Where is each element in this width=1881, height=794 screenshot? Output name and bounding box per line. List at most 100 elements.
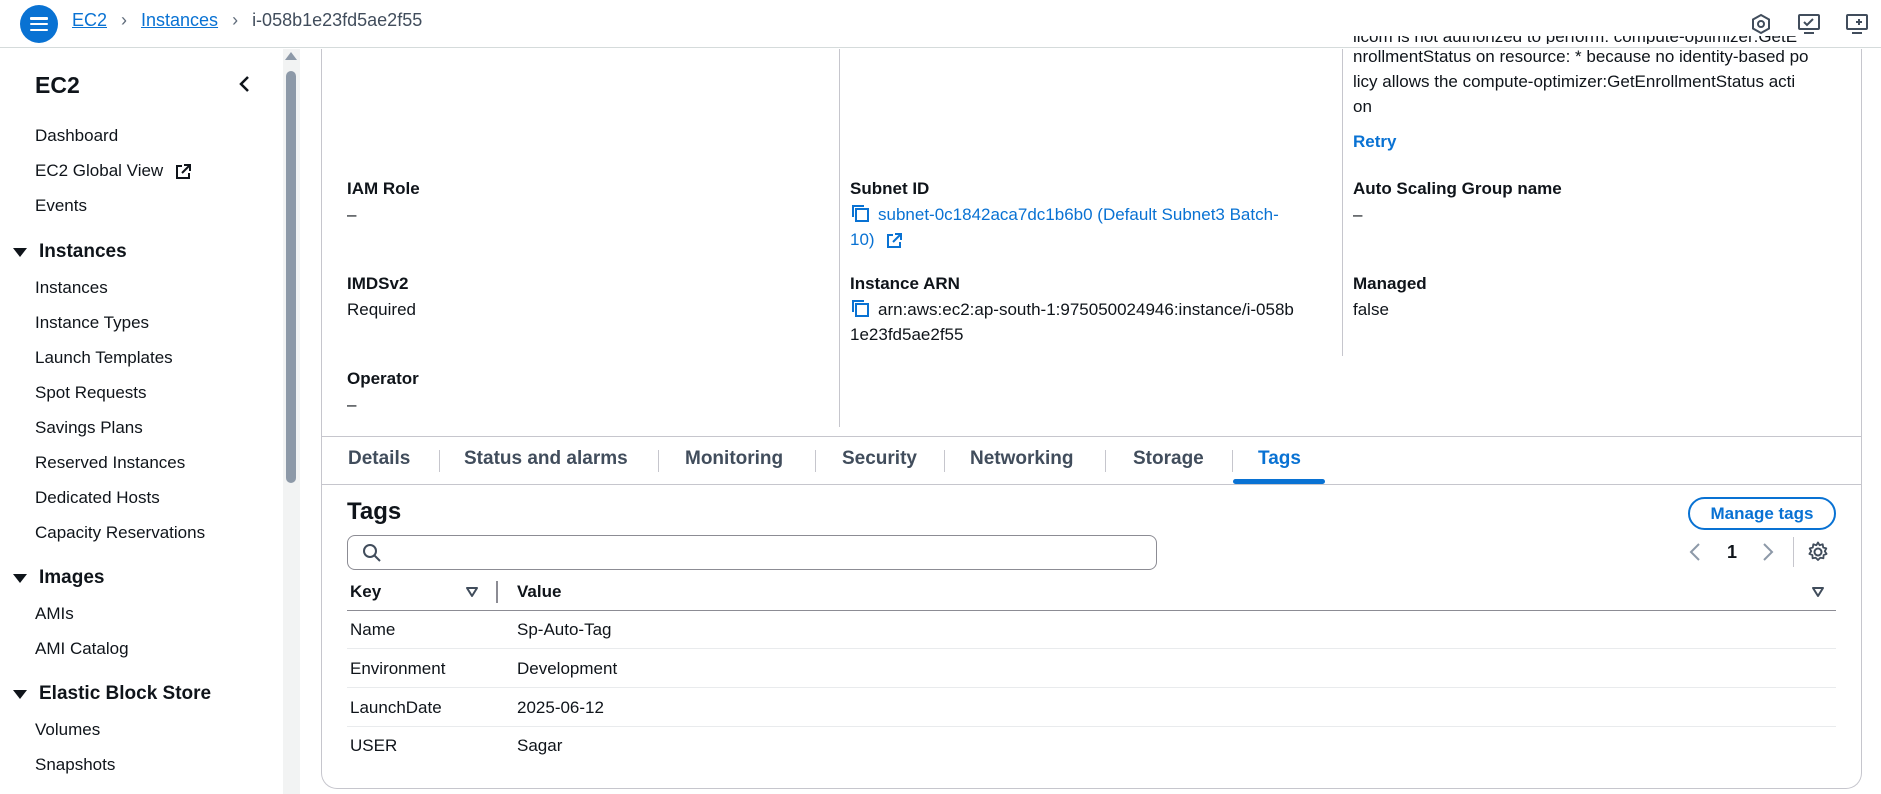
tab-separator [1232,450,1233,472]
sidebar-item-volumes[interactable]: Volumes [35,720,100,740]
tag-key: LaunchDate [350,698,442,717]
copy-icon[interactable] [850,298,870,318]
sidebar-section-images[interactable]: Images [13,567,104,589]
table-row: LaunchDate 2025-06-12 [347,689,1836,727]
subnet-id-label: Subnet ID [850,179,930,198]
tags-search-input[interactable] [392,540,1142,565]
tab-status-and-alarms[interactable]: Status and alarms [464,448,628,470]
sidebar-item-dashboard[interactable]: Dashboard [35,126,118,146]
tab-separator [1105,450,1106,472]
sidebar-item-reserved-instances[interactable]: Reserved Instances [35,453,185,473]
subnet-link[interactable]: subnet-0c1842aca7dc1b6b0 (Default Subnet… [878,205,1279,224]
column-header-key[interactable]: Key [350,582,381,602]
tab-monitoring[interactable]: Monitoring [685,448,783,470]
hamburger-icon [30,17,48,31]
sidebar-title: EC2 [35,72,80,98]
sidebar-item-amis[interactable]: AMIs [35,604,74,624]
page-number[interactable]: 1 [1727,542,1737,563]
column-divider [839,49,840,427]
column-divider [1342,49,1343,356]
tabs-divider [322,484,1861,485]
collapse-sidebar-button[interactable] [234,71,254,97]
sidebar-section-instances[interactable]: Instances [13,241,127,263]
caret-down-icon [13,247,27,257]
caret-down-icon [13,689,27,699]
iam-role-value: – [347,205,357,224]
sidebar-item-global-view[interactable]: EC2 Global View [35,161,192,181]
tag-value: Development [517,659,618,678]
caret-down-icon [13,573,27,583]
managed-label: Managed [1353,274,1427,293]
sidebar: EC2 Dashboard EC2 Global View Events Ins… [0,49,282,794]
tab-tags[interactable]: Tags [1258,448,1301,470]
arn-text: arn:aws:ec2:ap-south-1:975050024946:inst… [878,300,1294,319]
tab-security[interactable]: Security [842,448,917,470]
search-icon [363,544,381,562]
pager-separator [1793,537,1794,567]
row-divider [347,687,1836,688]
managed-value: false [1353,300,1389,319]
sidebar-item-capacity-reservations[interactable]: Capacity Reservations [35,523,205,543]
table-row: Name Sp-Auto-Tag [347,611,1836,649]
column-header-value[interactable]: Value [517,582,561,602]
breadcrumb: EC2 › Instances › i-058b1e23fd5ae2f55 [72,10,422,31]
sidebar-item-ami-catalog[interactable]: AMI Catalog [35,639,129,659]
tag-key: Name [350,620,396,639]
retry-link[interactable]: Retry [1353,132,1396,152]
error-line: nrollmentStatus on resource: * because n… [1353,47,1809,66]
asg-name-label: Auto Scaling Group name [1353,179,1562,198]
sidebar-item-events[interactable]: Events [35,196,87,216]
section-label: Images [39,567,105,588]
table-row: USER Sagar [347,727,1836,765]
chevron-left-icon [239,76,249,92]
sidebar-item-snapshots[interactable]: Snapshots [35,755,115,775]
error-line: on [1353,97,1372,116]
manage-tags-button[interactable]: Manage tags [1688,497,1836,530]
imdsv2-value: Required [347,300,416,319]
tab-networking[interactable]: Networking [970,448,1073,470]
iam-role-label: IAM Role [347,179,420,198]
sidebar-item-instance-types[interactable]: Instance Types [35,313,149,333]
subnet-link-cont[interactable]: 10) [850,230,875,249]
tags-heading: Tags [347,498,402,525]
asg-name-value: – [1353,205,1363,224]
arn-text-cont: 1e23fd5ae2f55 [850,325,964,344]
sidebar-item-spot-requests[interactable]: Spot Requests [35,383,147,403]
sidebar-item-dedicated-hosts[interactable]: Dedicated Hosts [35,488,160,508]
tab-separator [658,450,659,472]
sort-caret-icon[interactable] [465,586,479,598]
tabs-divider [322,436,1861,437]
breadcrumb-ec2[interactable]: EC2 [72,10,107,31]
sidebar-scrollbar-thumb[interactable] [286,71,296,483]
tab-separator [439,450,440,472]
operator-value: – [347,395,357,414]
chevron-right-icon: › [232,10,239,30]
tags-search-box [347,535,1157,570]
sort-caret-icon[interactable] [1811,586,1825,598]
breadcrumb-instances[interactable]: Instances [141,10,218,31]
sidebar-item-instances[interactable]: Instances [35,278,108,298]
instance-arn-value: arn:aws:ec2:ap-south-1:975050024946:inst… [850,297,1330,347]
chevron-left-icon[interactable] [1688,541,1702,563]
operator-label: Operator [347,369,419,388]
sidebar-item-savings-plans[interactable]: Savings Plans [35,418,143,438]
error-line: licy allows the compute-optimizer:GetEnr… [1353,72,1796,91]
menu-button[interactable] [20,5,58,43]
section-label: Instances [39,241,127,262]
instance-arn-label: Instance ARN [850,274,960,293]
tab-separator [944,450,945,472]
tag-value: 2025-06-12 [517,698,604,717]
scroll-up-arrow-icon[interactable] [285,52,297,60]
gear-icon[interactable] [1807,541,1829,563]
chevron-right-icon[interactable] [1761,541,1775,563]
external-link-icon[interactable] [885,232,903,250]
tab-storage[interactable]: Storage [1133,448,1204,470]
compute-optimizer-error: licom is not authorized to perform: comp… [1353,36,1843,119]
column-resizer[interactable] [496,581,498,603]
sidebar-section-ebs[interactable]: Elastic Block Store [13,683,211,705]
sidebar-item-launch-templates[interactable]: Launch Templates [35,348,173,368]
copy-icon[interactable] [850,203,870,223]
table-row: Environment Development [347,650,1836,688]
tab-details[interactable]: Details [348,448,410,470]
section-label: Elastic Block Store [39,683,212,704]
